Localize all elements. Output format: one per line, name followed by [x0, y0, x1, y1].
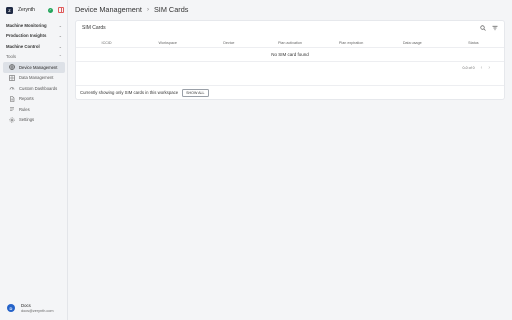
sim-cards-panel: SIM Cards ICCID Workspace Device Plan ac… — [75, 20, 505, 100]
sidebar: Z Zerynth ✓ Machine Monitoring ⌄ Product… — [0, 0, 68, 320]
filter-icon[interactable] — [492, 25, 498, 31]
breadcrumb-parent[interactable]: Device Management — [75, 5, 142, 14]
chevron-down-icon: ⌄ — [58, 22, 62, 28]
chevron-right-icon[interactable]: › — [488, 65, 490, 71]
filter-notice: Currently showing only SIM cards in this… — [80, 90, 179, 95]
collapse-sidebar-icon[interactable] — [58, 7, 64, 13]
grid-icon — [9, 74, 15, 81]
dashboard-icon — [9, 85, 15, 91]
user-name: Docs — [21, 303, 31, 308]
section-label: Machine Monitoring — [6, 22, 47, 28]
table-header: ICCID Workspace Device Plan activation P… — [76, 38, 504, 48]
breadcrumb-separator: › — [146, 6, 149, 13]
panel-title: SIM Cards — [82, 24, 106, 31]
pagination: 0-0 of 0 ‹ › — [76, 62, 504, 74]
status-check-icon: ✓ — [48, 7, 53, 13]
rules-icon — [9, 106, 15, 112]
column-header-workspace[interactable]: Workspace — [137, 41, 198, 45]
user-email: docs@zerynth.com — [21, 309, 54, 313]
sidebar-item-data-management[interactable]: Data Management — [3, 73, 65, 84]
sim-cards-table: ICCID Workspace Device Plan activation P… — [76, 38, 504, 74]
sidebar-item-device-management[interactable]: Device Management — [3, 62, 65, 73]
sidebar-item-label: Device Management — [19, 64, 58, 70]
document-icon — [9, 95, 15, 102]
zerynth-logo: Z — [6, 6, 13, 14]
column-header-device[interactable]: Device — [198, 41, 259, 45]
chevron-up-icon: ⌃ — [58, 54, 62, 60]
section-machine-control[interactable]: Machine Control ⌄ — [0, 41, 68, 52]
breadcrumb: Device Management › SIM Cards — [75, 5, 188, 14]
section-production-insights[interactable]: Production Insights ⌄ — [0, 31, 68, 42]
empty-state-message: No SIM card found — [76, 48, 504, 62]
section-label: Tools — [6, 54, 17, 60]
user-profile[interactable]: D Docs docs@zerynth.com — [7, 303, 54, 313]
section-tools[interactable]: Tools ⌃ — [0, 52, 68, 63]
column-header-plan-expiration[interactable]: Plan expiration — [321, 41, 382, 45]
chevron-down-icon: ⌄ — [58, 33, 62, 39]
sidebar-item-label: Reports — [19, 96, 34, 102]
column-header-plan-activation[interactable]: Plan activation — [259, 41, 320, 45]
column-header-status[interactable]: Status — [443, 41, 504, 45]
sidebar-item-label: Custom Dashboards — [19, 85, 58, 91]
column-header-iccid[interactable]: ICCID — [76, 41, 137, 45]
sidebar-item-reports[interactable]: Reports — [3, 94, 65, 105]
sidebar-item-rules[interactable]: Rules — [3, 104, 65, 115]
globe-icon — [9, 64, 15, 71]
search-icon[interactable] — [480, 24, 486, 31]
section-machine-monitoring[interactable]: Machine Monitoring ⌄ — [0, 20, 68, 31]
show-all-button[interactable]: SHOW ALL — [182, 88, 209, 97]
sidebar-nav: Machine Monitoring ⌄ Production Insights… — [0, 20, 68, 125]
breadcrumb-current: SIM Cards — [153, 5, 189, 14]
section-label: Machine Control — [6, 43, 40, 49]
sidebar-item-settings[interactable]: Settings — [3, 115, 65, 126]
pagination-range: 0-0 of 0 — [462, 66, 475, 70]
sidebar-item-label: Rules — [19, 106, 30, 112]
workspace-filter-bar: Currently showing only SIM cards in this… — [76, 85, 504, 99]
chevron-down-icon: ⌄ — [58, 43, 62, 49]
main-content: Device Management › SIM Cards SIM Cards … — [69, 0, 512, 320]
avatar: D — [7, 304, 15, 312]
chevron-left-icon[interactable]: ‹ — [481, 65, 483, 71]
sidebar-item-custom-dashboards[interactable]: Custom Dashboards — [3, 83, 65, 94]
sidebar-item-label: Data Management — [19, 75, 54, 81]
section-label: Production Insights — [6, 33, 47, 39]
column-header-data-usage[interactable]: Data usage — [382, 41, 443, 45]
brand-name: Zerynth — [18, 7, 35, 13]
sidebar-item-label: Settings — [19, 117, 35, 123]
brand-header: Z Zerynth ✓ — [6, 5, 64, 15]
gear-icon — [9, 117, 15, 123]
